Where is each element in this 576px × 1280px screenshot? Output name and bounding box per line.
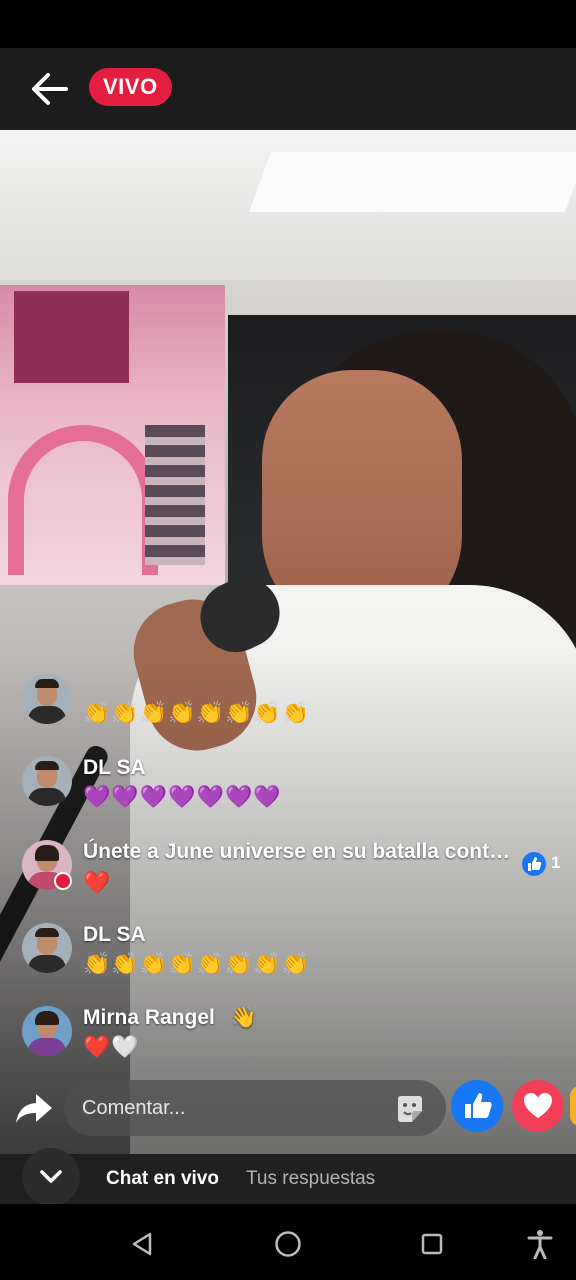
live-comments: 👏👏👏👏👏👏👏👏 DL SA 💜💜💜💜💜💜💜 Únete a June univ… (0, 672, 576, 1072)
arrow-left-icon (32, 73, 68, 105)
avatar[interactable] (22, 923, 72, 973)
comment-text: ❤️🤍 (83, 1034, 140, 1059)
triangle-back-icon (132, 1232, 152, 1256)
collapse-button[interactable] (22, 1148, 80, 1206)
heart-icon (524, 1093, 552, 1118)
live-indicator (54, 872, 72, 890)
square-recents-icon (421, 1233, 443, 1255)
comment-author[interactable]: Únete a June universe en su batalla cont… (83, 840, 510, 864)
comment-text: ❤️ (83, 870, 112, 895)
sticker-button[interactable] (394, 1093, 426, 1125)
chevron-down-icon (40, 1170, 62, 1183)
comment-text: 💜💜💜💜💜💜💜 (83, 784, 282, 809)
like-reaction-icon (522, 852, 546, 876)
accessibility-button[interactable] (520, 1224, 560, 1264)
system-navigation-bar (0, 1204, 576, 1280)
circle-home-icon (275, 1231, 301, 1257)
comment-author[interactable]: DL SA (83, 756, 146, 780)
live-header: VIVO (0, 48, 576, 130)
comment-author[interactable]: Mirna Rangel 👋 (83, 1006, 257, 1030)
tab-your-answers[interactable]: Tus respuestas (246, 1168, 375, 1190)
share-button[interactable] (14, 1090, 54, 1126)
waving-hand-icon: 👋 (230, 1006, 257, 1029)
haha-reaction-button[interactable] (570, 1086, 576, 1126)
nav-recents-button[interactable] (412, 1224, 452, 1264)
like-button[interactable] (451, 1080, 503, 1132)
avatar[interactable] (22, 1006, 72, 1056)
status-bar (0, 0, 576, 48)
sticker-icon (398, 1096, 422, 1122)
like-count: 1 (551, 853, 561, 872)
comment-author[interactable]: DL SA (83, 923, 146, 947)
pink-store (0, 285, 225, 585)
comment-text: 👏👏👏👏👏👏👏👏 (83, 700, 311, 725)
ceiling (0, 130, 576, 280)
back-button[interactable] (22, 68, 78, 110)
avatar[interactable] (22, 756, 72, 806)
thumbs-up-icon (465, 1093, 492, 1118)
share-arrow-icon (16, 1094, 52, 1123)
accessibility-icon (527, 1230, 553, 1259)
avatar[interactable] (22, 674, 72, 724)
live-badge: VIVO (89, 68, 172, 106)
comment-text: 👏👏👏👏👏👏👏👏 (83, 951, 311, 976)
tab-live-chat[interactable]: Chat en vivo (106, 1168, 219, 1190)
nav-back-button[interactable] (122, 1224, 162, 1264)
comment-composer: Comentar... (0, 1078, 576, 1138)
chat-tabs: Chat en vivo Tus respuestas (0, 1148, 576, 1206)
love-button[interactable] (512, 1080, 564, 1132)
comment-input[interactable]: Comentar... (64, 1080, 446, 1136)
nav-home-button[interactable] (268, 1224, 308, 1264)
comment-placeholder: Comentar... (82, 1097, 186, 1119)
